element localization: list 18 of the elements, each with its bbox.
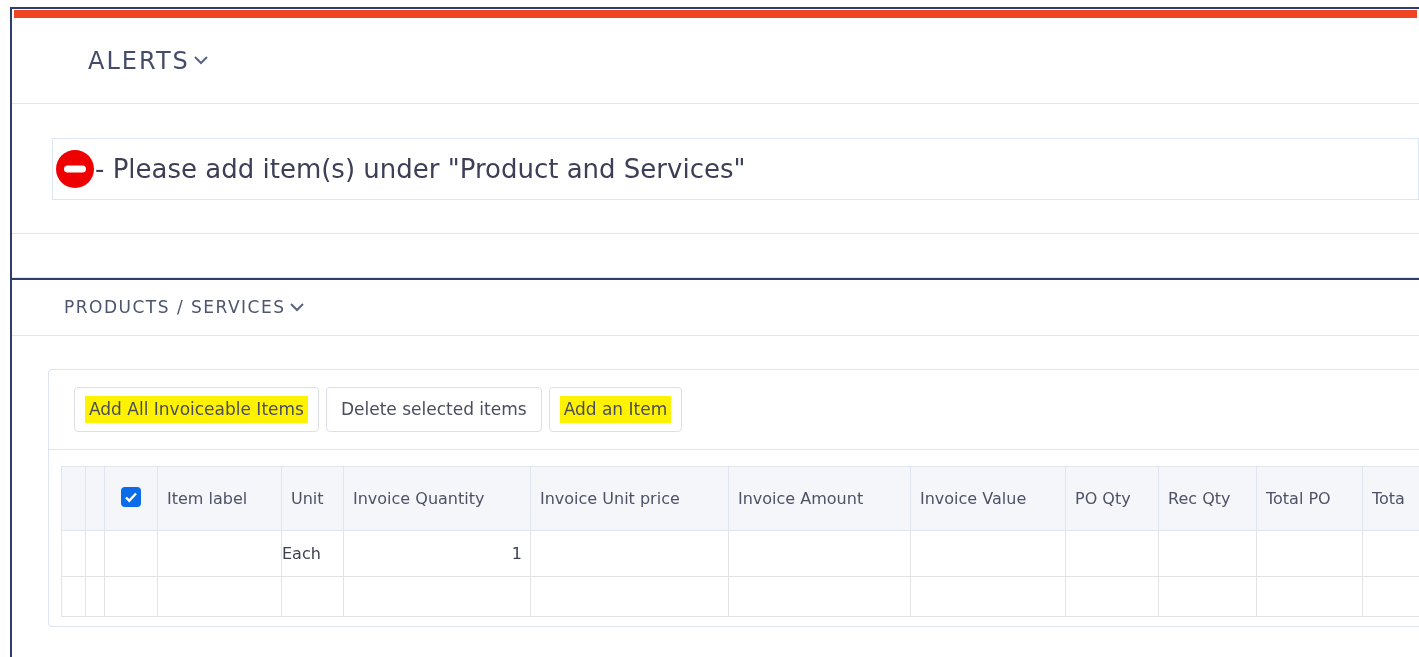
select-all-checkbox[interactable] — [121, 486, 141, 507]
alerts-header[interactable]: ALERTS — [88, 42, 208, 79]
toolbar-button[interactable]: Delete selected items — [325, 387, 542, 432]
table-cell: Each — [282, 543, 321, 563]
error-icon — [55, 149, 95, 189]
chevron-down-icon — [289, 303, 304, 312]
chevron-down-icon — [193, 56, 208, 65]
column-header[interactable]: Tota — [1372, 488, 1405, 508]
column-header[interactable]: Unit — [291, 488, 324, 508]
toolbar-button[interactable]: Add All Invoiceable Items — [74, 387, 319, 432]
column-header[interactable]: PO Qty — [1075, 488, 1131, 508]
alert-text: - Please add item(s) under "Product and Services" — [95, 152, 746, 186]
column-header[interactable]: Item label — [167, 488, 248, 508]
table-cell: 1 — [511, 543, 522, 563]
column-header[interactable]: Rec Qty — [1168, 488, 1231, 508]
column-header[interactable]: Total PO — [1266, 488, 1331, 508]
products-header[interactable]: PRODUCTS / SERVICES — [64, 294, 304, 321]
toolbar-button[interactable]: Add an Item — [548, 387, 683, 432]
